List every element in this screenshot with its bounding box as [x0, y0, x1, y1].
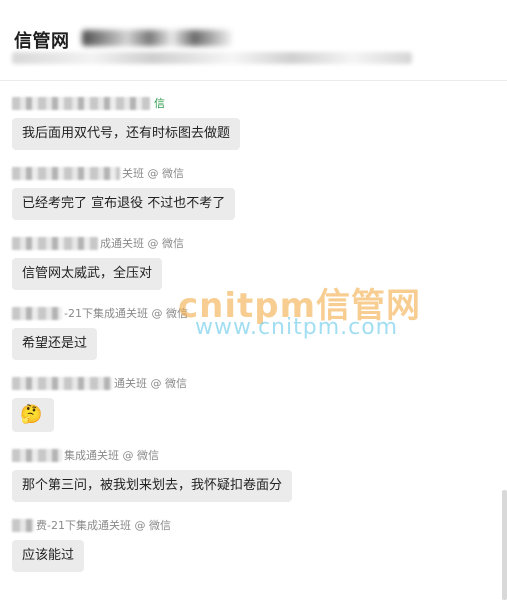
- scrollbar[interactable]: [502, 490, 507, 600]
- blurred-subtitle: [12, 52, 412, 64]
- message-bubble[interactable]: 信管网太威武，全压对: [12, 258, 163, 290]
- sender-name: 通关班 @ 微信: [12, 375, 187, 391]
- blurred-name: [12, 376, 112, 390]
- blurred-name: [12, 236, 98, 250]
- blurred-name: [12, 306, 62, 320]
- sender-name: 关班 @ 微信: [12, 165, 184, 181]
- blurred-name: [12, 518, 34, 532]
- sender-name: 集成通关班 @ 微信: [12, 447, 159, 463]
- blurred-name: [12, 96, 150, 110]
- message-bubble[interactable]: 已经考完了 宣布退役 不过也不考了: [12, 188, 236, 220]
- chat-header: 信管网: [0, 0, 507, 81]
- chat-title: 信管网: [14, 31, 70, 52]
- message-bubble[interactable]: 希望还是过: [12, 328, 98, 360]
- message-bubble[interactable]: 应该能过: [12, 540, 85, 572]
- sender-name: 成通关班 @ 微信: [12, 235, 184, 251]
- blurred-title-area: [82, 30, 232, 46]
- message-bubble[interactable]: 我后面用双代号，还有时标图去做题: [12, 118, 241, 150]
- sender-name: -21下集成通关班 @ 微信: [12, 305, 188, 321]
- blurred-name: [12, 166, 120, 180]
- message-bubble[interactable]: 那个第三问，被我划来划去，我怀疑扣卷面分: [12, 470, 293, 502]
- sender-name: 费-21下集成通关班 @ 微信: [12, 517, 171, 533]
- thinking-emoji-icon: 🤔: [20, 404, 43, 425]
- message-bubble[interactable]: 🤔: [12, 398, 54, 432]
- sender-name: 信: [12, 95, 165, 111]
- watermark-url: www.cnitpm.com: [195, 315, 399, 340]
- blurred-name: [12, 448, 62, 462]
